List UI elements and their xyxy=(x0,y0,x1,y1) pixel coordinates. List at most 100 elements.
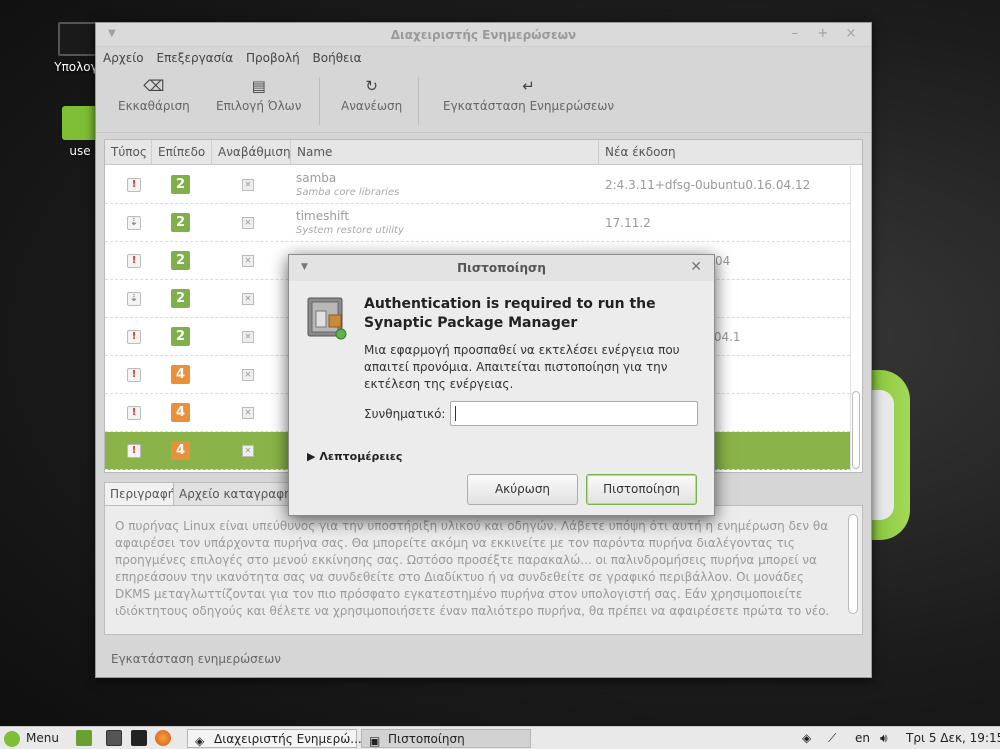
dialog-message: Μια εφαρμογή προσπαθεί να εκτελέσει ενέρ… xyxy=(364,343,680,391)
upgrade-checkbox[interactable]: ✕ xyxy=(242,369,254,381)
security-icon: ! xyxy=(127,444,141,458)
description-scrollbar[interactable] xyxy=(848,514,858,614)
package-version: 2:4.3.11+dfsg-0ubuntu0.16.04.12 xyxy=(605,178,811,192)
clear-button[interactable]: ⌫ Εκκαθάριση xyxy=(118,77,190,113)
menu-edit[interactable]: Επεξεργασία xyxy=(156,51,233,65)
backspace-icon: ⌫ xyxy=(143,77,165,95)
firefox-icon[interactable] xyxy=(155,730,171,746)
package-icon: ⇣ xyxy=(127,216,141,230)
network-icon[interactable]: ⟋ xyxy=(828,729,836,748)
upgrade-checkbox[interactable]: ✕ xyxy=(242,255,254,267)
upgrade-checkbox[interactable]: ✕ xyxy=(242,331,254,343)
details-label: Λεπτομέρειες xyxy=(319,450,403,463)
terminal-icon[interactable] xyxy=(131,730,147,746)
level-badge: 4 xyxy=(171,441,190,460)
security-icon: ! xyxy=(127,406,141,420)
upgrade-checkbox[interactable]: ✕ xyxy=(242,293,254,305)
taskbar: Menu ◈ Διαχειριστής Ενημερώ... ▣ Πιστοπο… xyxy=(0,726,1000,749)
task-update-manager[interactable]: ◈ Διαχειριστής Ενημερώ... xyxy=(187,729,362,748)
return-icon: ↵ xyxy=(522,77,535,95)
toolbar: ⌫ Εκκαθάριση ▤ Επιλογή Όλων ↻ Ανανέωση ↵… xyxy=(96,71,871,133)
desktop-icon-label: use xyxy=(69,144,91,158)
level-badge: 2 xyxy=(171,251,190,270)
close-button[interactable]: × xyxy=(839,26,863,41)
home-folder-icon xyxy=(62,106,98,140)
table-header: Τύπος Επίπεδο Αναβάθμιση Name Νέα έκδοση xyxy=(105,140,862,165)
refresh-icon: ↻ xyxy=(365,77,378,95)
window-titlebar[interactable]: ▼ Διαχειριστής Ενημερώ­σεων – + × xyxy=(96,23,871,47)
col-upgrade[interactable]: Αναβάθμιση xyxy=(212,140,291,165)
col-new-version[interactable]: Νέα έκδοση xyxy=(599,140,851,165)
lock-icon xyxy=(307,297,347,340)
volume-icon[interactable]: 🔊︎ xyxy=(880,729,888,748)
refresh-button[interactable]: ↻ Ανανέωση xyxy=(341,77,402,113)
level-badge: 4 xyxy=(171,403,190,422)
details-expander[interactable]: ▶ Λεπτομέρειες xyxy=(307,450,402,463)
security-icon: ! xyxy=(127,368,141,382)
clock[interactable]: Τρι 5 Δεκ, 19:15 xyxy=(906,729,1000,748)
clear-label: Εκκαθάριση xyxy=(118,99,190,113)
security-icon: ! xyxy=(127,178,141,192)
package-name: timeshift xyxy=(296,209,350,223)
window-icon: ▣ xyxy=(369,734,381,748)
keyboard-layout[interactable]: en xyxy=(855,729,870,748)
dialog-title: Πιστοποίηση xyxy=(457,261,546,275)
description-panel: Ο πυρήνας Linux είναι υπεύθυνος για την … xyxy=(104,505,863,635)
select-all-button[interactable]: ▤ Επιλογή Όλων xyxy=(216,77,301,113)
table-row[interactable]: ! 2 ✕ samba Samba core libraries 2:4.3.1… xyxy=(105,166,850,204)
upgrade-checkbox[interactable]: ✕ xyxy=(242,407,254,419)
level-badge: 2 xyxy=(171,213,190,232)
package-version: 04 xyxy=(715,254,731,268)
window-title: Διαχειριστής Ενημερώ­σεων xyxy=(390,28,577,42)
col-level[interactable]: Επίπεδο xyxy=(152,140,212,165)
task-label: Διαχειριστής Ενημερώ... xyxy=(214,732,362,746)
tray-shield-icon[interactable]: ◈ xyxy=(802,729,811,748)
computer-icon xyxy=(58,22,98,56)
shield-icon: ◈ xyxy=(195,734,205,748)
upgrade-checkbox[interactable]: ✕ xyxy=(242,445,254,457)
description-text: Ο πυρήνας Linux είναι υπεύθυνος για την … xyxy=(115,519,830,618)
document-icon: ▤ xyxy=(251,77,266,95)
dialog-heading: Authentication is required to run the Sy… xyxy=(364,296,656,331)
task-authentication[interactable]: ▣ Πιστοποίηση xyxy=(361,729,531,748)
refresh-label: Ανανέωση xyxy=(341,99,403,113)
authenticate-button[interactable]: Πιστοποίηση xyxy=(586,474,697,505)
tab-description[interactable]: Περιγραφή xyxy=(104,482,182,506)
install-updates-button[interactable]: ↵ Εγκατάσταση Ενημερώσεων xyxy=(443,77,614,113)
menu-file[interactable]: Αρχείο xyxy=(103,51,144,65)
level-badge: 2 xyxy=(171,327,190,346)
menu-help[interactable]: Βοήθεια xyxy=(313,51,362,65)
level-badge: 4 xyxy=(171,365,190,384)
upgrade-checkbox[interactable]: ✕ xyxy=(242,217,254,229)
menu-view[interactable]: Προβολή xyxy=(246,51,300,65)
package-description: System restore utility xyxy=(296,225,404,236)
level-badge: 2 xyxy=(171,289,190,308)
menu-label: Menu xyxy=(26,731,59,745)
status-bar: Εγκατάσταση ενημερώσεων xyxy=(111,652,281,666)
table-scrollbar[interactable] xyxy=(850,166,860,471)
cancel-button[interactable]: Ακύρωση xyxy=(467,474,578,505)
minimize-button[interactable]: – xyxy=(783,26,807,41)
task-label: Πιστοποίηση xyxy=(388,732,465,746)
show-desktop-icon[interactable] xyxy=(76,730,92,746)
col-name[interactable]: Name xyxy=(291,140,599,165)
package-icon: ⇣ xyxy=(127,292,141,306)
maximize-button[interactable]: + xyxy=(811,26,835,41)
password-input[interactable] xyxy=(450,401,698,426)
upgrade-checkbox[interactable]: ✕ xyxy=(242,179,254,191)
dialog-close-icon[interactable]: ✕ xyxy=(690,259,702,275)
tab-changelog[interactable]: Αρχείο καταγραφής xyxy=(173,482,293,506)
password-label: Συνθηματικό: xyxy=(364,407,446,421)
menu-button[interactable]: Menu xyxy=(4,729,59,748)
file-manager-icon[interactable] xyxy=(106,730,122,746)
dialog-titlebar[interactable]: ▼ Πιστοποίηση ✕ xyxy=(289,255,714,281)
select-all-label: Επιλογή Όλων xyxy=(216,99,302,113)
package-version: 17.11.2 xyxy=(605,216,651,230)
security-icon: ! xyxy=(127,254,141,268)
expander-triangle-icon: ▶ xyxy=(307,450,316,463)
col-type[interactable]: Τύπος xyxy=(105,140,152,165)
install-label: Εγκατάσταση Ενημερώσεων xyxy=(443,99,615,113)
level-badge: 2 xyxy=(171,175,190,194)
table-row[interactable]: ⇣ 2 ✕ timeshift System restore utility 1… xyxy=(105,204,850,242)
mint-logo-icon xyxy=(4,730,20,747)
